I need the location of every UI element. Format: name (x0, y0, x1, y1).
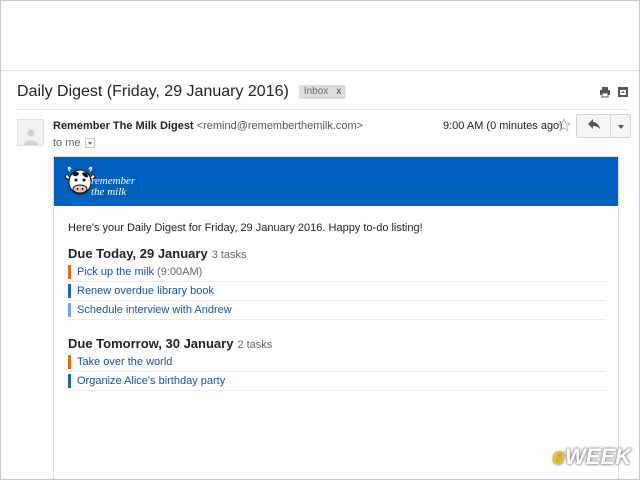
task-title[interactable]: Renew overdue library book (77, 285, 214, 297)
digest-greeting: Here's your Daily Digest for Friday, 29 … (68, 222, 423, 234)
task-title[interactable]: Schedule interview with Andrew (77, 304, 232, 316)
sent-time: 9:00 AM (0 minutes ago) (443, 120, 563, 132)
task-item[interactable]: Organize Alice's birthday party (68, 372, 606, 391)
section-task-count: 3 tasks (211, 249, 247, 261)
rtm-banner: remember the milk (54, 157, 618, 206)
priority-bar (68, 374, 71, 388)
sender-line: Remember The Milk Digest <remind@remembe… (53, 120, 363, 132)
new-window-icon[interactable] (617, 85, 629, 97)
priority-bar (68, 355, 71, 369)
header-divider (17, 109, 629, 110)
more-actions-button[interactable] (611, 114, 631, 138)
inbox-label-text: Inbox (303, 86, 329, 97)
star-icon[interactable] (556, 117, 572, 132)
reply-icon (587, 117, 601, 135)
task-item[interactable]: Take over the world (68, 353, 606, 372)
avatar-icon (17, 119, 44, 146)
section-title: Due Tomorrow, 30 January 2 tasks (68, 336, 272, 351)
subject-actions (599, 85, 629, 98)
sender-name[interactable]: Remember The Milk Digest (53, 120, 194, 132)
section-title: Due Today, 29 January 3 tasks (68, 246, 247, 261)
email-body-card: remember the milk Here's your Daily Dige… (53, 156, 619, 479)
task-title[interactable]: Pick up the milk (77, 266, 154, 278)
inbox-label[interactable]: Inbox x (298, 85, 347, 99)
email-subject: Daily Digest (Friday, 29 January 2016) (17, 83, 289, 100)
priority-bar (68, 265, 71, 279)
remove-label-button[interactable]: x (336, 85, 341, 99)
recipient-line: to me (53, 137, 95, 149)
task-title[interactable]: Organize Alice's birthday party (77, 375, 225, 387)
watermark-week: WEEK (565, 444, 631, 469)
wordmark-line-2: the milk (91, 186, 127, 198)
priority-bar (68, 303, 71, 317)
eweek-watermark: eWEEK (553, 444, 631, 470)
chevron-down-icon (617, 117, 625, 135)
show-details-button[interactable] (84, 138, 95, 148)
task-item[interactable]: Renew overdue library book (68, 282, 606, 301)
rtm-wordmark: remember the milk (91, 176, 135, 198)
email-viewer: Daily Digest (Friday, 29 January 2016) I… (0, 0, 640, 480)
task-title[interactable]: Take over the world (77, 356, 172, 368)
task-item[interactable]: Pick up the milk (9:00AM) (68, 263, 606, 282)
task-item[interactable]: Schedule interview with Andrew (68, 301, 606, 320)
reply-button[interactable] (576, 114, 611, 138)
sender-email: <remind@rememberthemilk.com> (196, 120, 364, 132)
watermark-e: e (552, 444, 565, 469)
subject-row: Daily Digest (Friday, 29 January 2016) I… (17, 81, 629, 103)
top-bar (1, 1, 639, 71)
recipient-text: to me (53, 137, 81, 149)
task-due-time: (9:00AM) (157, 266, 203, 278)
section-task-count: 2 tasks (237, 339, 273, 351)
priority-bar (68, 284, 71, 298)
section-heading: Due Tomorrow, 30 January (68, 336, 234, 351)
print-icon[interactable] (599, 85, 611, 98)
section-heading: Due Today, 29 January (68, 246, 208, 261)
